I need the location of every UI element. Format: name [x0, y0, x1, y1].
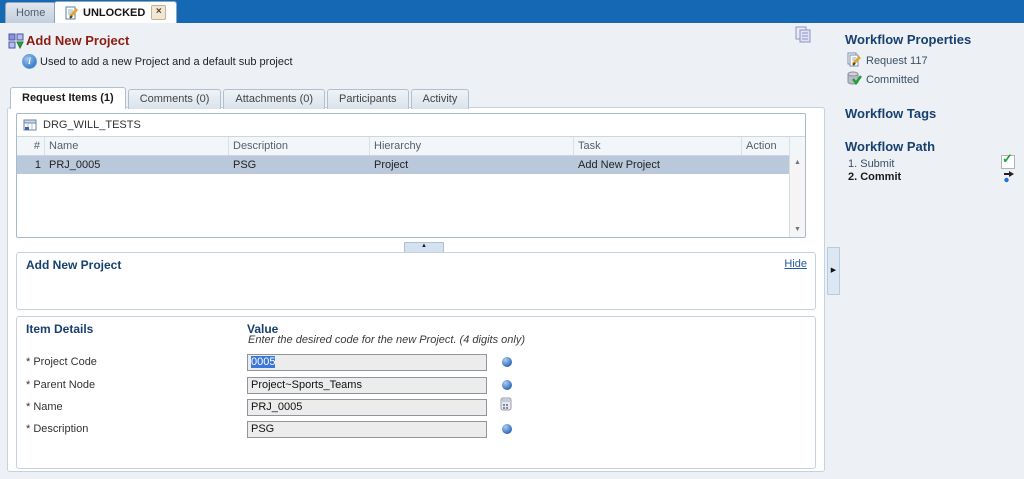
item-details-section: Item Details Value Enter the desired cod…: [16, 316, 816, 469]
grid-table-icon: [23, 118, 37, 132]
task-detail-title: Add New Project: [26, 258, 121, 272]
info-icon: i: [22, 54, 37, 69]
step-complete-check-icon: ✓: [1001, 155, 1015, 169]
workflow-step-submit: 1. Submit: [848, 158, 894, 170]
description-value: PSG: [251, 423, 274, 435]
row-name: PRJ_0005: [45, 156, 229, 174]
workflow-step-commit: 2. Commit: [848, 171, 901, 183]
parent-node-label: * Parent Node: [26, 379, 95, 391]
column-header-spacer: [790, 137, 805, 155]
copy-report-icon[interactable]: [795, 26, 812, 48]
document-edit-icon: [65, 6, 79, 20]
tab-comments[interactable]: Comments (0): [128, 89, 222, 109]
column-header-action[interactable]: Action: [742, 137, 790, 155]
tab-request-items[interactable]: Request Items (1): [10, 87, 126, 109]
row-num: 1: [17, 156, 45, 174]
expand-panel-handle[interactable]: ▶: [827, 247, 840, 295]
workflow-request-label[interactable]: Request 117: [866, 55, 928, 67]
row-hierarchy: Project: [370, 156, 574, 174]
tab-unlocked[interactable]: UNLOCKED ×: [54, 1, 177, 23]
task-detail-section: Add New Project Hide: [16, 252, 816, 310]
column-header-name[interactable]: Name: [45, 137, 229, 155]
hide-link[interactable]: Hide: [784, 258, 807, 270]
scroll-up-icon[interactable]: ▲: [790, 156, 805, 169]
parent-node-value: Project~Sports_Teams: [251, 379, 362, 391]
description-label: * Description: [26, 423, 88, 435]
tab-participants[interactable]: Participants: [327, 89, 408, 109]
column-header-hierarchy[interactable]: Hierarchy: [370, 137, 574, 155]
add-project-icon: [8, 33, 24, 54]
request-items-grid: DRG_WILL_TESTS # Name Description Hierar…: [16, 113, 806, 238]
description-input[interactable]: PSG: [247, 421, 487, 438]
project-code-value: 0005: [251, 356, 275, 368]
name-memo-icon[interactable]: [500, 397, 513, 416]
request-tab-strip: Request Items (1) Comments (0) Attachmen…: [10, 87, 469, 109]
workflow-properties-title: Workflow Properties: [845, 32, 971, 47]
current-step-flow-icon: [1003, 170, 1015, 188]
item-details-title: Item Details: [26, 322, 93, 336]
name-value: PRJ_0005: [251, 401, 302, 413]
committed-status-icon: [847, 71, 862, 91]
scroll-down-icon[interactable]: ▼: [790, 223, 805, 236]
parent-node-input[interactable]: Project~Sports_Teams: [247, 377, 487, 394]
application-window: Home UNLOCKED × Add New Project i Used t…: [0, 0, 1024, 479]
column-header-num[interactable]: #: [17, 137, 45, 155]
name-input[interactable]: PRJ_0005: [247, 399, 487, 416]
parent-node-info-icon[interactable]: [502, 380, 512, 390]
grid-title-label: DRG_WILL_TESTS: [43, 119, 141, 131]
column-header-task[interactable]: Task: [574, 137, 742, 155]
project-code-info-icon[interactable]: [502, 357, 512, 367]
close-icon[interactable]: ×: [151, 5, 166, 20]
project-code-hint: Enter the desired code for the new Proje…: [248, 334, 525, 346]
tab-activity[interactable]: Activity: [411, 89, 470, 109]
page-description: Used to add a new Project and a default …: [40, 56, 293, 68]
tab-home-label: Home: [16, 7, 45, 19]
tab-attachments[interactable]: Attachments (0): [223, 89, 325, 109]
table-row[interactable]: 1 PRJ_0005 PSG Project Add New Project: [17, 156, 805, 174]
grid-title-bar: DRG_WILL_TESTS: [17, 114, 805, 136]
workflow-tags-title: Workflow Tags: [845, 106, 936, 121]
grid-scrollbar[interactable]: ▲ ▼: [789, 155, 805, 237]
row-action: [742, 156, 790, 174]
description-info-icon[interactable]: [502, 424, 512, 434]
workflow-status-label: Committed: [866, 74, 919, 86]
request-doc-icon: [847, 52, 862, 72]
name-label: * Name: [26, 401, 63, 413]
project-code-input[interactable]: 0005: [247, 354, 487, 371]
grid-header-row: # Name Description Hierarchy Task Action: [17, 136, 805, 156]
tab-home[interactable]: Home: [5, 2, 56, 23]
row-description: PSG: [229, 156, 370, 174]
workflow-path-title: Workflow Path: [845, 139, 935, 154]
row-task: Add New Project: [574, 156, 742, 174]
tab-unlocked-label: UNLOCKED: [83, 7, 145, 19]
check-glyph: ✓: [1002, 151, 1013, 167]
column-header-description[interactable]: Description: [229, 137, 370, 155]
page-title: Add New Project: [26, 33, 129, 48]
project-code-label: * Project Code: [26, 356, 97, 368]
